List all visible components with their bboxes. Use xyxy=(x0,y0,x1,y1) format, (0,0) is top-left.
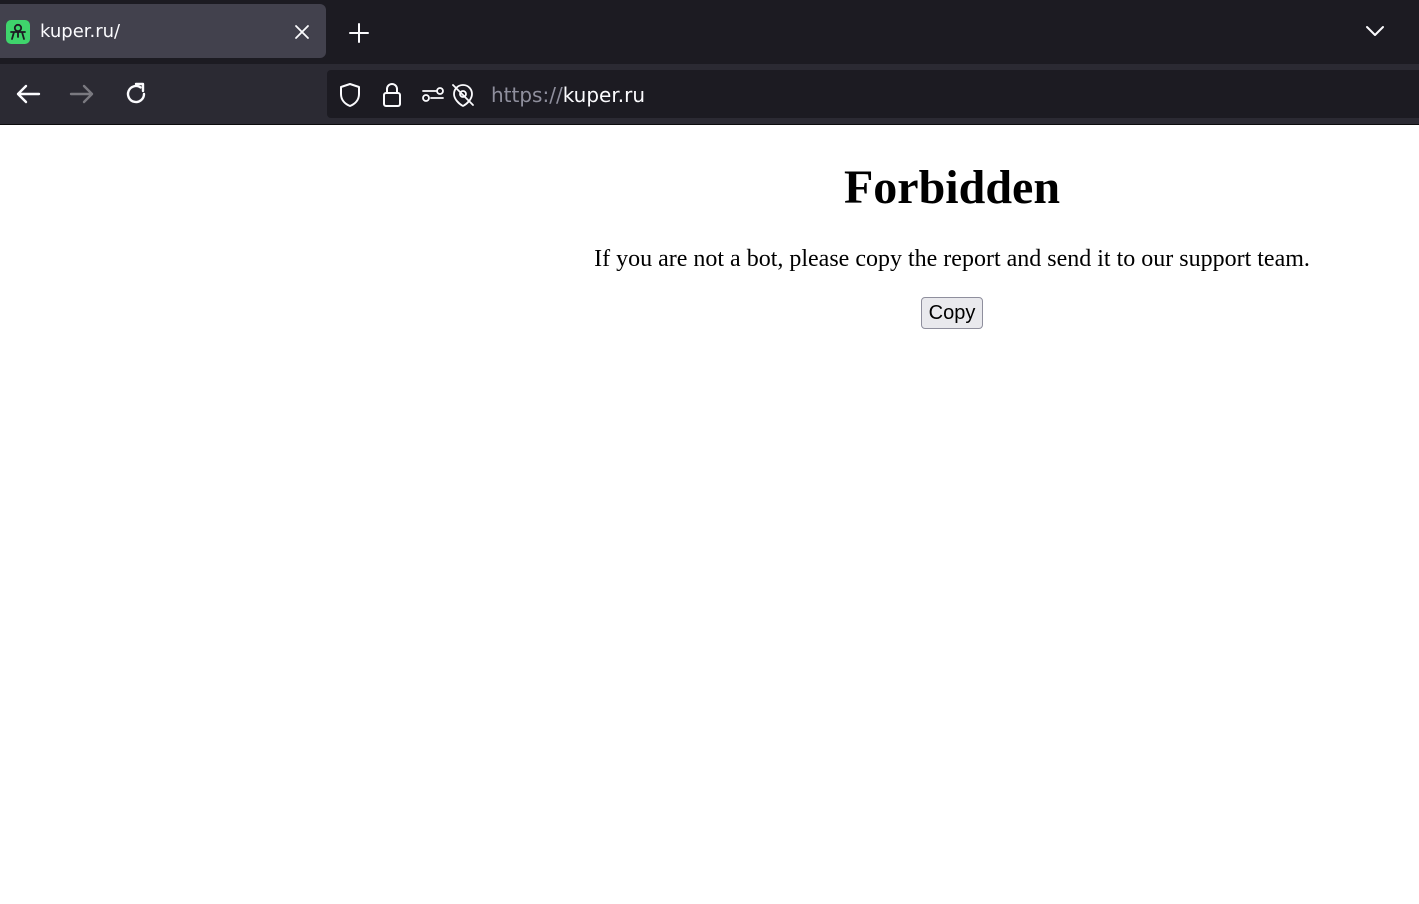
plus-icon[interactable] xyxy=(344,18,374,48)
page-content: Forbidden If you are not a bot, please c… xyxy=(485,125,1419,904)
navigation-toolbar: https://kuper.ru xyxy=(0,64,1419,125)
error-message: If you are not a bot, please copy the re… xyxy=(594,246,1310,272)
active-tab[interactable]: kuper.ru/ xyxy=(0,4,326,58)
tab-title: kuper.ru/ xyxy=(40,21,121,42)
close-icon[interactable] xyxy=(291,21,313,43)
forward-arrow-icon[interactable] xyxy=(66,78,98,110)
url-scheme: https:// xyxy=(491,83,563,107)
copy-button[interactable]: Copy xyxy=(921,297,983,329)
kuper-logo-icon xyxy=(6,20,30,44)
tab-strip: kuper.ru/ xyxy=(0,0,1419,64)
page-title: Forbidden xyxy=(843,161,1061,214)
permissions-icon[interactable] xyxy=(420,82,446,108)
url-bar[interactable]: https://kuper.ru xyxy=(327,70,1419,118)
lock-icon[interactable] xyxy=(379,82,405,108)
tracking-blocked-icon[interactable] xyxy=(450,82,476,108)
url-host: kuper.ru xyxy=(562,83,645,107)
reload-icon[interactable] xyxy=(120,78,152,110)
url-text[interactable]: https://kuper.ru xyxy=(491,83,645,107)
shield-icon[interactable] xyxy=(337,82,363,108)
chevron-down-icon[interactable] xyxy=(1360,18,1390,44)
back-arrow-icon[interactable] xyxy=(12,78,44,110)
